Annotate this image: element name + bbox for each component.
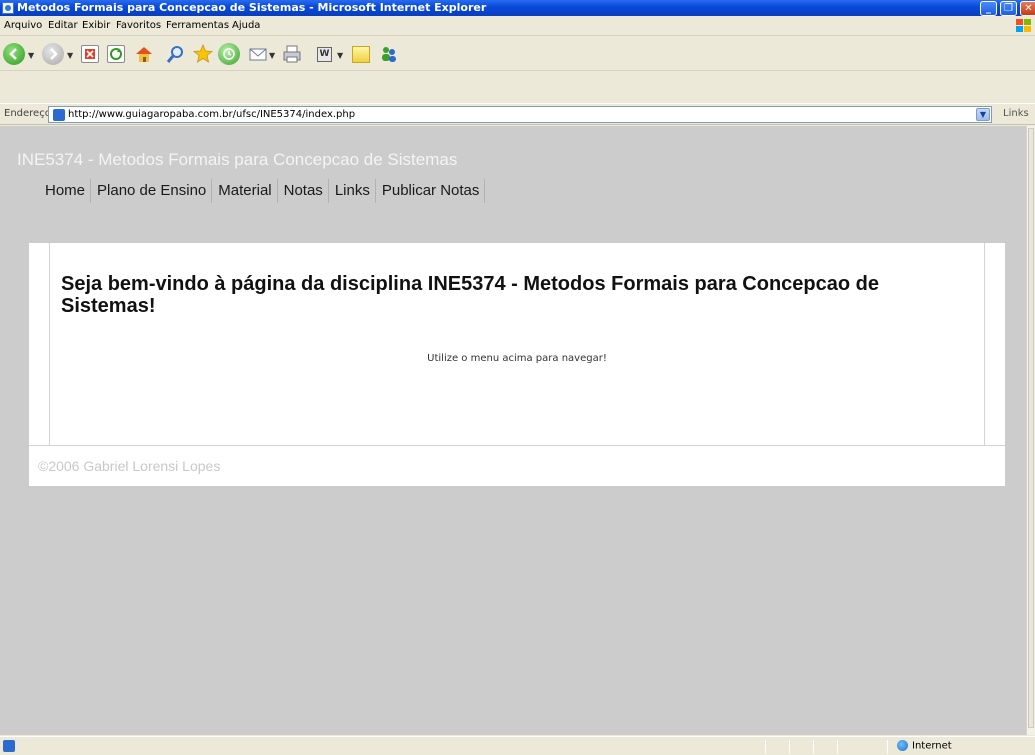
site-title: INE5374 - Metodos Formais para Concepcao… [17, 150, 458, 169]
favorites-icon[interactable] [192, 43, 214, 65]
edit-dropdown-icon[interactable]: ▼ [337, 51, 343, 60]
menu-favoritos[interactable]: Favoritos [116, 16, 161, 36]
nav-material[interactable]: Material [212, 179, 278, 203]
navigation-hint: Utilize o menu acima para navegar! [427, 353, 607, 364]
home-icon[interactable] [133, 43, 155, 65]
page-viewport: INE5374 - Metodos Formais para Concepcao… [0, 126, 1026, 735]
content-divider [29, 445, 1005, 446]
back-dropdown-icon[interactable]: ▼ [28, 51, 34, 60]
nav-notas[interactable]: Notas [278, 179, 329, 203]
nav-home[interactable]: Home [37, 179, 92, 203]
nav-links[interactable]: Links [329, 179, 376, 203]
menu-bar: Arquivo Editar Exibir Favoritos Ferramen… [0, 16, 1035, 36]
zone-label: Internet [912, 740, 952, 752]
page-status-icon [3, 740, 15, 752]
minimize-button[interactable]: _ [980, 1, 997, 16]
content-divider [49, 243, 50, 445]
globe-icon [897, 740, 908, 751]
content-divider [984, 243, 985, 445]
status-divider [837, 740, 838, 754]
print-icon[interactable] [281, 43, 303, 65]
nav-publicar-notas[interactable]: Publicar Notas [376, 179, 486, 203]
forward-dropdown-icon[interactable]: ▼ [67, 51, 73, 60]
edit-icon[interactable]: W [317, 47, 332, 62]
status-divider [765, 740, 766, 754]
scrollbar-thumb[interactable] [1028, 128, 1034, 728]
back-icon[interactable] [3, 43, 25, 65]
footer-copyright: ©2006 Gabriel Lorensi Lopes [38, 458, 221, 474]
title-bar: Metodos Formais para Concepcao de Sistem… [0, 0, 1035, 16]
window-title: Metodos Formais para Concepcao de Sistem… [17, 1, 487, 14]
maximize-button[interactable]: ❐ [1000, 1, 1017, 16]
ie-icon [2, 2, 14, 14]
content-box: Seja bem-vindo à página da disciplina IN… [29, 243, 1005, 486]
security-zone: Internet [897, 740, 952, 752]
messenger-icon[interactable] [378, 43, 400, 65]
address-bar: Endereço http://www.guiagaropaba.com.br/… [0, 103, 1035, 125]
menu-arquivo[interactable]: Arquivo [4, 16, 42, 36]
page-icon [53, 109, 65, 121]
windows-logo-icon [1014, 18, 1032, 34]
menu-editar[interactable]: Editar [48, 16, 78, 36]
vertical-scrollbar[interactable] [1026, 126, 1035, 735]
address-dropdown-icon[interactable]: ▼ [976, 108, 990, 121]
mail-icon[interactable] [248, 43, 270, 65]
menu-ferramentas[interactable]: Ferramentas [166, 16, 229, 36]
address-input[interactable]: http://www.guiagaropaba.com.br/ufsc/INE5… [48, 106, 992, 123]
nav-plano-de-ensino[interactable]: Plano de Ensino [91, 179, 213, 203]
close-button[interactable]: ✕ [1020, 1, 1035, 16]
search-icon[interactable] [165, 43, 187, 65]
history-icon[interactable] [218, 43, 240, 65]
status-divider [789, 740, 790, 754]
note-icon[interactable] [352, 46, 370, 63]
mail-dropdown-icon[interactable]: ▼ [269, 51, 275, 60]
status-divider [813, 740, 814, 754]
toolbar: ▼ ▼ ▼ W ▼ [0, 37, 1035, 71]
status-divider [887, 740, 888, 754]
forward-icon[interactable] [42, 43, 64, 65]
links-button[interactable]: Links [1003, 108, 1029, 119]
address-url[interactable]: http://www.guiagaropaba.com.br/ufsc/INE5… [68, 109, 355, 120]
menu-exibir[interactable]: Exibir [82, 16, 110, 36]
stop-icon[interactable] [81, 45, 99, 63]
site-nav: Home Plano de Ensino Material Notas Link… [37, 179, 486, 203]
address-label: Endereço [4, 108, 51, 119]
refresh-icon[interactable] [107, 45, 125, 63]
welcome-heading: Seja bem-vindo à página da disciplina IN… [61, 273, 879, 317]
status-bar: Internet [0, 736, 1035, 755]
menu-ajuda[interactable]: Ajuda [232, 16, 260, 36]
